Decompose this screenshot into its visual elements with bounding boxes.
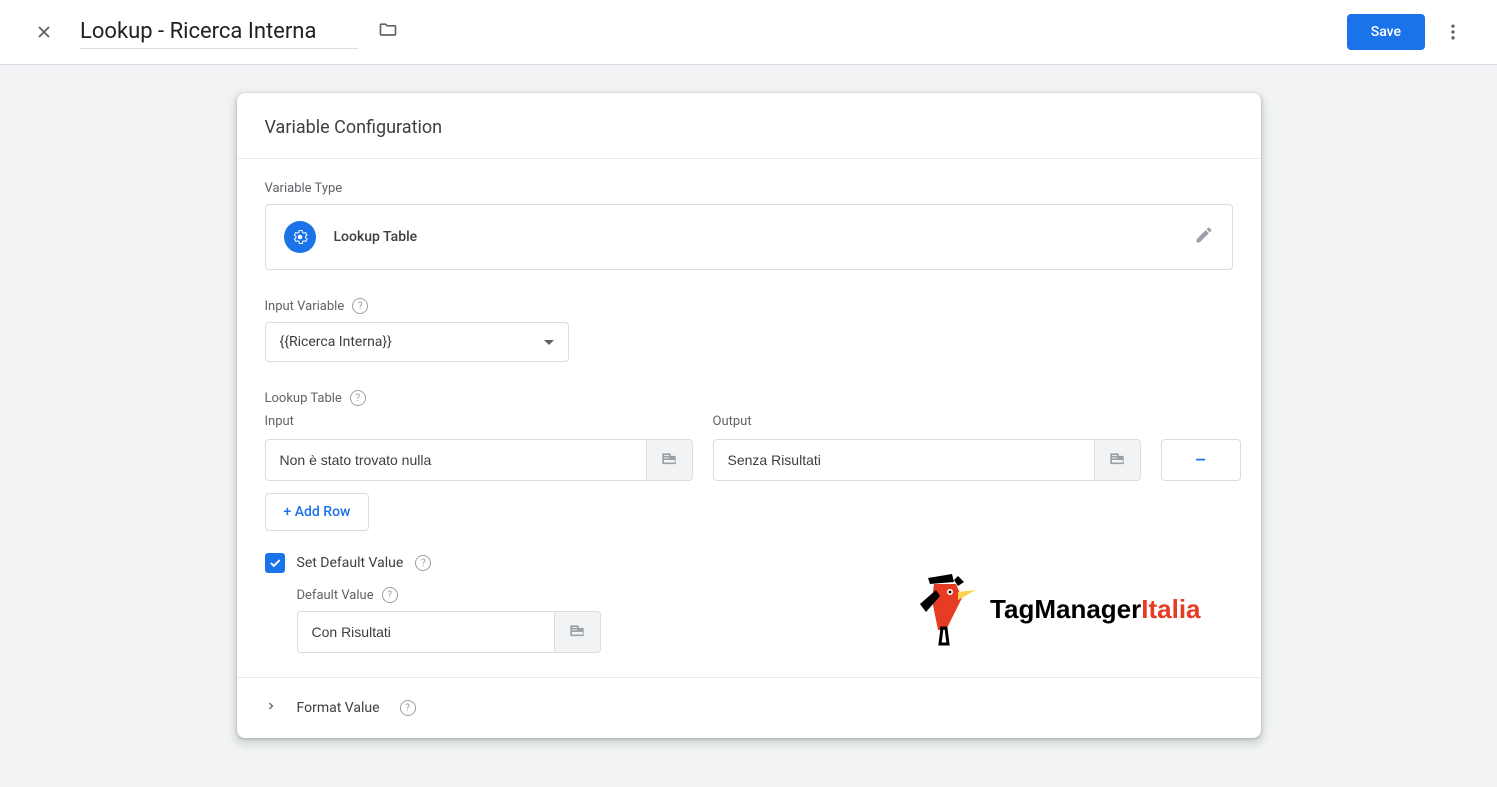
check-icon [268, 556, 282, 570]
more-vert-icon [1443, 22, 1463, 42]
pencil-icon [1194, 225, 1214, 245]
add-row-button[interactable]: + Add Row [265, 493, 370, 531]
variable-type-icon [284, 221, 316, 253]
set-default-label: Set Default Value [297, 555, 404, 571]
output-column-header: Output [713, 414, 1141, 429]
lookup-table: Input Output [265, 414, 1233, 481]
input-variable-select[interactable]: {{Ricerca Interna}} [265, 322, 569, 362]
variable-type-name: Lookup Table [334, 229, 1194, 245]
format-value-section[interactable]: Format Value ? [237, 677, 1261, 738]
help-icon[interactable]: ? [352, 298, 368, 314]
input-variable-label: Input Variable ? [265, 298, 1233, 314]
help-icon[interactable]: ? [400, 700, 416, 716]
watermark-logo: TagManagerItalia [910, 570, 1200, 648]
bird-icon [910, 570, 978, 648]
help-icon[interactable]: ? [350, 390, 366, 406]
variable-name-input[interactable] [80, 15, 358, 49]
save-button[interactable]: Save [1347, 14, 1425, 50]
top-bar: Save [0, 0, 1497, 65]
lookup-output-text[interactable] [714, 440, 1094, 480]
insert-variable-button[interactable] [646, 440, 692, 480]
help-icon[interactable]: ? [415, 555, 431, 571]
set-default-checkbox[interactable] [265, 553, 285, 573]
gear-badge-icon [291, 228, 309, 246]
lookup-output-field [713, 439, 1141, 481]
close-button[interactable] [24, 12, 64, 52]
default-value-field [297, 611, 601, 653]
edit-type-icon [1194, 225, 1214, 249]
variable-type-selector[interactable]: Lookup Table [265, 204, 1233, 270]
folder-icon [378, 20, 398, 40]
input-variable-value: {{Ricerca Interna}} [280, 334, 392, 350]
folder-button[interactable] [372, 14, 404, 50]
more-menu-button[interactable] [1433, 12, 1473, 52]
building-block-icon [659, 450, 679, 470]
config-card: Variable Configuration Variable Type Loo… [237, 93, 1261, 738]
remove-row-button[interactable]: – [1161, 439, 1241, 481]
lookup-input-field [265, 439, 693, 481]
chevron-down-icon [544, 340, 554, 345]
building-block-icon [1107, 450, 1127, 470]
lookup-input-text[interactable] [266, 440, 646, 480]
help-icon[interactable]: ? [382, 587, 398, 603]
close-icon [34, 22, 54, 42]
insert-variable-button[interactable] [554, 612, 600, 652]
default-value-input[interactable] [298, 612, 554, 652]
card-title: Variable Configuration [237, 93, 1261, 159]
insert-variable-button[interactable] [1094, 440, 1140, 480]
format-value-label: Format Value [297, 700, 380, 716]
building-block-icon [567, 622, 587, 642]
variable-type-label: Variable Type [265, 181, 1233, 196]
chevron-right-icon [265, 700, 277, 716]
input-column-header: Input [265, 414, 693, 429]
lookup-table-label: Lookup Table ? [265, 390, 1233, 406]
